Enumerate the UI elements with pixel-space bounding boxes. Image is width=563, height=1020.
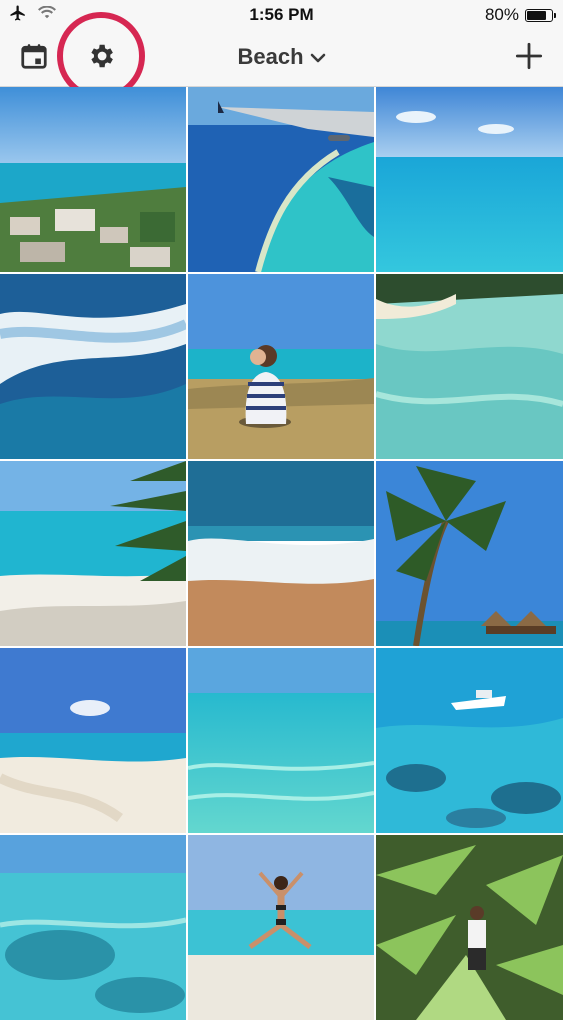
add-button[interactable] <box>509 38 549 78</box>
status-bar: 1:56 PM 80% <box>0 0 563 30</box>
photo-grid <box>0 87 563 1020</box>
photo-ocean-waves[interactable] <box>0 274 186 459</box>
photo-woman-sitting-shore[interactable] <box>188 274 374 459</box>
photo-coastal-town-view[interactable] <box>0 87 186 272</box>
album-title-button[interactable]: Beach <box>0 44 563 70</box>
battery-icon <box>525 8 556 22</box>
chevron-down-icon <box>310 44 326 70</box>
plus-icon <box>515 42 543 75</box>
photo-clear-shallow-water[interactable] <box>376 274 563 459</box>
photo-man-with-palms[interactable] <box>376 835 563 1020</box>
album-title: Beach <box>237 44 304 69</box>
photo-open-turquoise-sea[interactable] <box>376 87 563 272</box>
photo-boat-over-reef[interactable] <box>376 648 563 833</box>
photo-airplane-wing-reef[interactable] <box>188 87 374 272</box>
photo-shallow-reef-water[interactable] <box>0 835 186 1020</box>
nav-bar: Beach <box>0 30 563 87</box>
photo-turquoise-lagoon[interactable] <box>188 648 374 833</box>
photo-palm-tree-overwater-bungalows[interactable] <box>376 461 563 646</box>
photo-woman-jumping-beach[interactable] <box>188 835 374 1020</box>
photo-white-sand-beach[interactable] <box>0 648 186 833</box>
photo-beach-with-palm[interactable] <box>0 461 186 646</box>
photo-waves-on-sand[interactable] <box>188 461 374 646</box>
battery-percent: 80% <box>484 5 519 24</box>
status-time: 1:56 PM <box>249 5 314 24</box>
